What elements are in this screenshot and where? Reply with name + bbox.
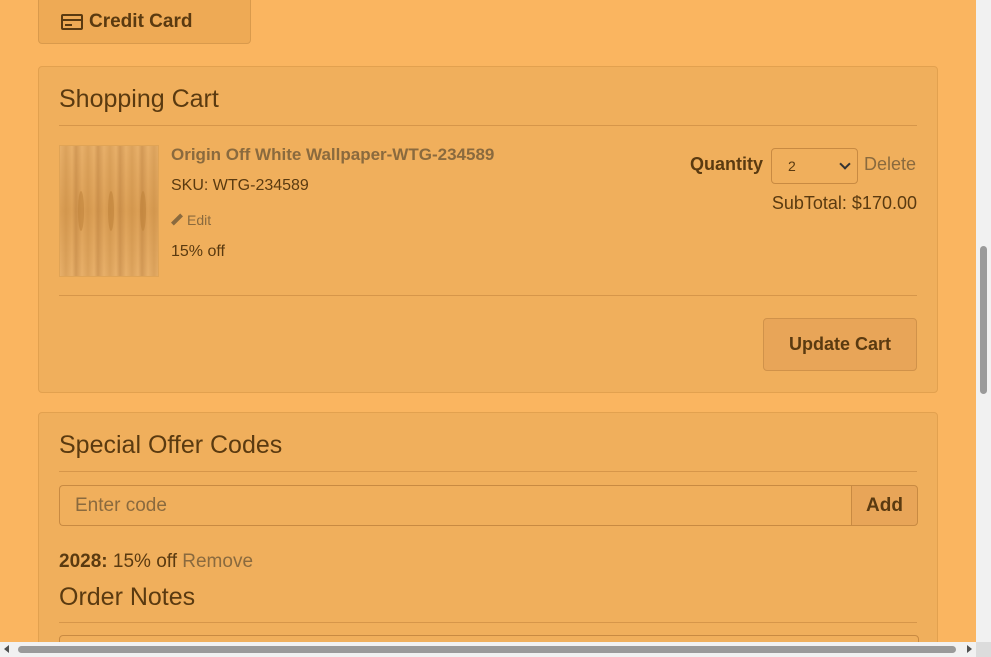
page-viewport: Credit Card Shopping Cart Origin Off Whi… [0, 0, 976, 642]
product-thumbnail[interactable] [59, 145, 159, 277]
special-offer-title: Special Offer Codes [59, 431, 283, 459]
quantity-value: 2 [788, 158, 796, 174]
scrollbar-corner [976, 642, 991, 657]
quantity-select[interactable]: 2 [771, 148, 858, 184]
add-code-button[interactable]: Add [851, 485, 918, 526]
edit-label: Edit [187, 212, 212, 228]
divider [59, 295, 917, 296]
shopping-cart-panel: Shopping Cart Origin Off White Wallpaper… [38, 66, 938, 393]
special-offers-panel: Special Offer Codes Add 2028: 15% off Re… [38, 412, 938, 642]
divider [59, 125, 917, 126]
order-notes-field[interactable] [59, 635, 919, 642]
vertical-scroll-thumb[interactable] [980, 246, 987, 394]
applied-code: 2028: 15% off Remove [59, 551, 253, 573]
item-subtotal: SubTotal: $170.00 [771, 193, 917, 213]
scroll-right-icon[interactable] [967, 645, 972, 653]
remove-code-link[interactable]: Remove [182, 551, 253, 572]
divider [59, 622, 917, 623]
scroll-left-icon[interactable] [4, 645, 9, 653]
horizontal-scroll-thumb[interactable] [18, 646, 956, 653]
divider [59, 471, 917, 472]
credit-card-label: Credit Card [89, 11, 193, 32]
quantity-label: Quantity [690, 154, 764, 174]
delete-item-link[interactable]: Delete [864, 154, 916, 175]
chevron-down-icon [839, 158, 851, 170]
vertical-scrollbar[interactable] [976, 0, 991, 642]
update-cart-button[interactable]: Update Cart [763, 318, 917, 371]
shopping-cart-title: Shopping Cart [59, 85, 219, 113]
product-name-link[interactable]: Origin Off White Wallpaper-WTG-234589 [171, 145, 494, 165]
edit-item-link[interactable]: Edit [171, 212, 211, 228]
applied-code-name: 2028: [59, 551, 108, 572]
credit-card-button[interactable]: Credit Card [38, 0, 251, 44]
offer-code-input[interactable] [59, 485, 852, 526]
order-notes-title: Order Notes [59, 583, 196, 611]
pencil-icon [171, 214, 183, 226]
applied-code-discount: 15% off [107, 551, 183, 572]
credit-card-icon [61, 14, 83, 30]
product-sku: SKU: WTG-234589 [171, 177, 309, 194]
item-discount: 15% off [171, 243, 225, 260]
horizontal-scrollbar[interactable] [0, 642, 991, 657]
